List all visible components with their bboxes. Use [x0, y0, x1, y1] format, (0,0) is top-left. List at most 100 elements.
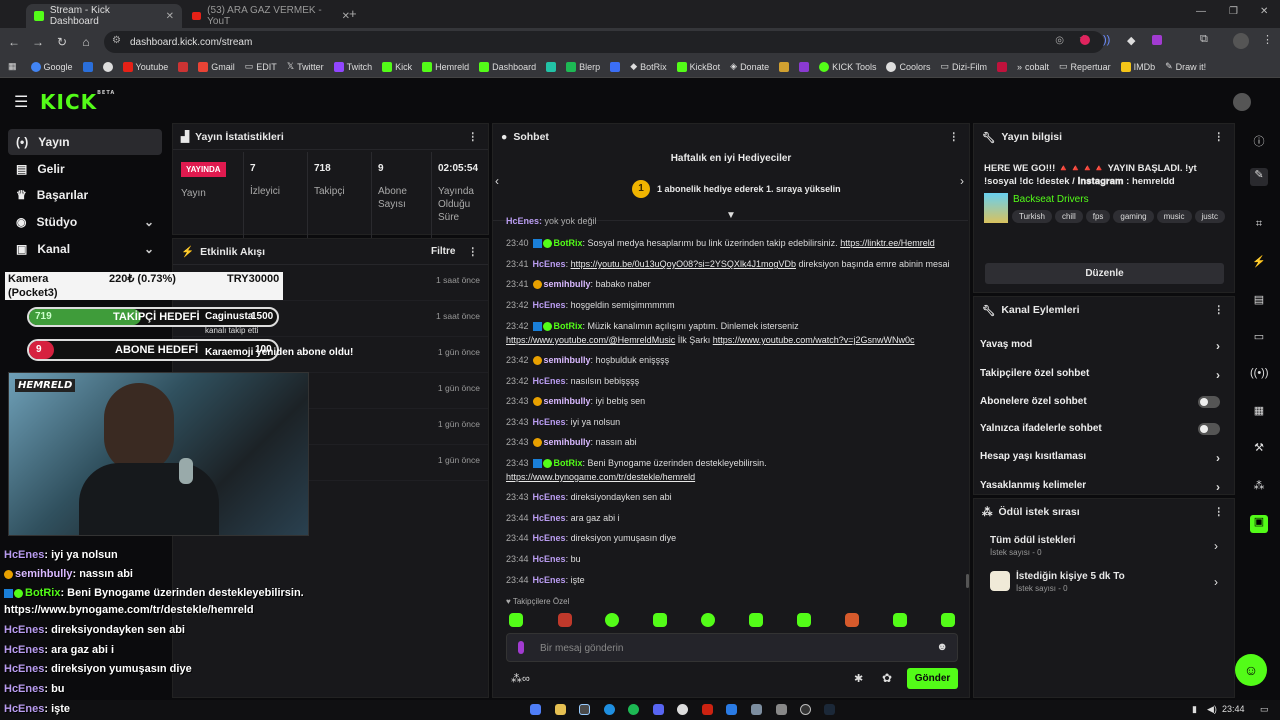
bookmark-blerp[interactable]: Blerp — [566, 61, 600, 72]
action-follower-only-chat[interactable]: Takipçilere özel sohbet › — [980, 368, 1228, 382]
hamburger-menu-icon[interactable]: ☰ — [14, 92, 28, 112]
extension-icon[interactable] — [1152, 35, 1162, 45]
sub-only-toggle[interactable] — [1198, 396, 1220, 408]
tab-youtube[interactable]: (53) ARA GAZ VERMEK - YouT ✕ — [184, 4, 358, 28]
bookmark-icon-only[interactable] — [178, 61, 189, 72]
info-icon[interactable]: ⓘ — [1250, 133, 1268, 151]
taskbar-app-icon[interactable] — [702, 704, 713, 715]
settings-gear-icon[interactable]: ✱ — [854, 672, 863, 685]
reward-item[interactable]: İstediğin kişiye 5 dk To İstek sayısı - … — [1016, 571, 1226, 593]
bookmark-icon-only[interactable] — [610, 61, 621, 72]
bookmark-dizi-film[interactable]: ▭ Dizi-Film — [940, 61, 987, 72]
emote-icon[interactable] — [845, 613, 859, 627]
chat-scrollbar[interactable] — [966, 574, 969, 588]
emote-icon[interactable] — [509, 613, 523, 627]
bookmark-icon-only[interactable] — [102, 61, 113, 72]
microphone-icon[interactable] — [518, 641, 524, 654]
mic-tray-icon[interactable]: ▮ — [1192, 704, 1197, 715]
window-close-icon[interactable]: ✕ — [1260, 6, 1268, 17]
bookmark-icon-only[interactable] — [799, 61, 810, 72]
bookmark-cobalt[interactable]: » cobalt — [1017, 62, 1049, 72]
emote-icon[interactable] — [749, 613, 763, 627]
speaker-tray-icon[interactable]: ◀) — [1207, 704, 1217, 715]
taskbar-app-icon[interactable] — [677, 704, 688, 715]
clapper-icon[interactable]: ▣ — [1250, 515, 1268, 533]
emote-icon[interactable] — [893, 613, 907, 627]
user-options[interactable]: ⁂∞ — [511, 672, 530, 685]
taskbar-app-icon[interactable] — [751, 704, 762, 715]
wrench-icon[interactable]: ⚒ — [1250, 441, 1268, 459]
emote-icon[interactable] — [558, 613, 572, 627]
emote-icon[interactable] — [701, 613, 715, 627]
emote-icon[interactable] — [653, 613, 667, 627]
forward-icon[interactable]: → — [26, 35, 50, 49]
bookmark-imdb[interactable]: IMDb — [1120, 61, 1155, 72]
profile-avatar[interactable] — [1233, 33, 1249, 49]
bookmark-icon-only[interactable] — [546, 61, 557, 72]
bookmark-kickbot[interactable]: KickBot — [676, 61, 720, 72]
chevron-left-icon[interactable]: ‹ — [495, 174, 499, 188]
url-input[interactable]: ⚙ dashboard.kick.com/stream ◎ ★ — [104, 31, 1104, 53]
crop-icon[interactable]: ⌗ — [1250, 218, 1268, 236]
more-options-icon[interactable]: ⋮ — [1214, 304, 1225, 316]
notification-icon[interactable]: ▭ — [1260, 704, 1269, 715]
more-options-icon[interactable]: ⋮ — [1214, 506, 1225, 518]
user-avatar[interactable] — [1233, 93, 1251, 111]
maximize-icon[interactable]: ❐ — [1229, 6, 1238, 17]
emote-icon[interactable] — [797, 613, 811, 627]
extension-icon[interactable] — [1080, 35, 1090, 45]
bookmark-icon-only[interactable] — [996, 61, 1007, 72]
bookmark-donate[interactable]: ◈ Donate — [730, 61, 769, 72]
reload-icon[interactable]: ↻ — [50, 35, 74, 49]
bookmark-twitch[interactable]: Twitch — [333, 61, 372, 72]
taskbar-spotify-icon[interactable] — [628, 704, 639, 715]
bookmark-botrix[interactable]: ◆ BotRix — [630, 61, 666, 72]
action-account-age[interactable]: Hesap yaşı kısıtlaması › — [980, 451, 1228, 465]
chat-input[interactable]: Bir mesaj gönderin ☻ — [506, 633, 958, 662]
help-chat-button[interactable]: ☺ — [1235, 654, 1267, 686]
taskbar-app-icon[interactable] — [776, 704, 787, 715]
bookmark-repertuar[interactable]: ▭ Repertuar — [1059, 61, 1111, 72]
emoji-icon[interactable]: ☻ — [936, 641, 948, 653]
pencil-icon[interactable]: ✎ — [1250, 168, 1268, 186]
category-name[interactable]: Backseat Drivers — [1013, 194, 1089, 205]
taskbar-app-icon[interactable] — [726, 704, 737, 715]
chevron-right-icon[interactable]: › — [960, 174, 964, 188]
bookmark-draw-it[interactable]: ✎ Draw it! — [1165, 61, 1206, 72]
new-tab-icon[interactable]: + — [349, 6, 357, 21]
browser-menu-icon[interactable]: ⋮ — [1262, 33, 1273, 46]
bookmark-google[interactable]: Google — [30, 61, 73, 72]
bookmark-gmail[interactable]: Gmail — [198, 61, 235, 72]
sidebar-item-yayin[interactable]: (•) Yayın — [8, 129, 162, 155]
emote-icon[interactable] — [941, 613, 955, 627]
edit-button[interactable]: Düzenle — [985, 263, 1224, 284]
back-icon[interactable]: ← — [2, 35, 26, 49]
home-icon[interactable]: ⌂ — [74, 35, 98, 49]
taskbar-obs-icon[interactable] — [800, 704, 811, 715]
site-info-icon[interactable]: ⚙ — [112, 35, 121, 46]
extension-icon[interactable]: ◆ — [1127, 34, 1135, 47]
action-slow-mode[interactable]: Yavaş mod › — [980, 339, 1228, 353]
bookmark-edit[interactable]: ▭ EDIT — [245, 61, 277, 72]
more-options-icon[interactable]: ⋮ — [949, 131, 960, 143]
extensions-icon[interactable]: ✿ — [882, 671, 892, 685]
bookmark-icon-only[interactable] — [779, 61, 790, 72]
emote-only-toggle[interactable] — [1198, 423, 1220, 435]
bookmark-kick[interactable]: Kick — [382, 61, 412, 72]
calendar-icon[interactable]: ▦ — [1250, 404, 1268, 422]
sidebar-item-studyo[interactable]: ◉ Stüdyo ⌄ — [8, 209, 162, 235]
apps-icon[interactable]: ▦ — [8, 61, 17, 72]
users-icon[interactable]: ⁂ — [1250, 479, 1268, 497]
more-options-icon[interactable]: ⋮ — [468, 131, 479, 143]
more-options-icon[interactable]: ⋮ — [1214, 131, 1225, 143]
close-icon[interactable]: ✕ — [166, 11, 174, 22]
bookmark-hemreld[interactable]: Hemreld — [422, 61, 469, 72]
chat-bubble-icon[interactable]: ▭ — [1250, 330, 1268, 348]
taskbar-discord-icon[interactable] — [653, 704, 664, 715]
bookmark-coolors[interactable]: Coolors — [886, 61, 930, 72]
bookmark-dashboard[interactable]: Dashboard — [479, 61, 536, 72]
taskbar-folder-icon[interactable] — [555, 704, 566, 715]
kick-logo[interactable]: KICKBETA — [40, 90, 115, 114]
sidebar-item-basarilar[interactable]: ♛ Başarılar — [8, 182, 162, 208]
bookmark-youtube[interactable]: Youtube — [122, 61, 168, 72]
